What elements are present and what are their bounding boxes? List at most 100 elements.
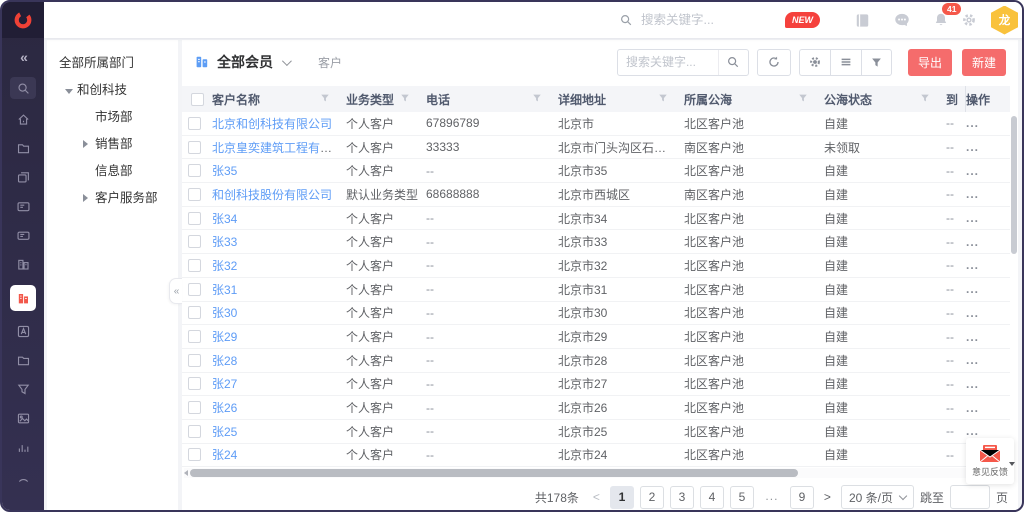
folder-2-icon[interactable]: [10, 352, 36, 369]
row-actions-button[interactable]: ...: [966, 235, 1010, 249]
customer-name-link[interactable]: 张30: [212, 306, 237, 320]
horizontal-scrollbar[interactable]: [184, 468, 1008, 478]
chevron-down-icon[interactable]: [282, 56, 292, 66]
feedback-widget[interactable]: 意见反馈: [966, 438, 1014, 484]
column-filter-icon[interactable]: [798, 92, 808, 106]
row-checkbox[interactable]: [188, 330, 201, 343]
page-button-1[interactable]: 1: [610, 486, 634, 509]
chart-icon[interactable]: [10, 439, 36, 456]
customer-name-link[interactable]: 张31: [212, 283, 237, 297]
row-actions-button[interactable]: ...: [966, 306, 1010, 320]
row-checkbox[interactable]: [188, 117, 201, 130]
avatar[interactable]: 龙: [991, 6, 1018, 35]
card-list-2-icon[interactable]: [10, 227, 36, 244]
row-actions-button[interactable]: ...: [966, 258, 1010, 272]
photo-icon[interactable]: [10, 410, 36, 427]
scroll-left-arrow-icon[interactable]: [184, 470, 188, 476]
select-all-checkbox[interactable]: [191, 93, 204, 106]
page-button-3[interactable]: 3: [670, 486, 694, 509]
row-checkbox[interactable]: [188, 188, 201, 201]
customer-name-link[interactable]: 张34: [212, 212, 237, 226]
customer-name-link[interactable]: 张26: [212, 401, 237, 415]
tab-customer[interactable]: 客户: [318, 54, 342, 71]
row-checkbox[interactable]: [188, 164, 201, 177]
view-title[interactable]: 全部会员: [217, 52, 273, 72]
column-filter-icon[interactable]: [920, 92, 930, 106]
row-checkbox[interactable]: [188, 354, 201, 367]
vertical-scroll-thumb[interactable]: [1011, 116, 1017, 254]
bank-icon[interactable]: [10, 256, 36, 273]
customer-name-link[interactable]: 北京皇奕建筑工程有限公司: [212, 141, 346, 155]
row-checkbox[interactable]: [188, 235, 201, 248]
row-actions-button[interactable]: ...: [966, 211, 1010, 225]
customer-name-link[interactable]: 张25: [212, 425, 237, 439]
tree-item-销售部[interactable]: 销售部: [59, 131, 178, 158]
search-icon[interactable]: [10, 77, 36, 99]
jump-page-input[interactable]: [950, 485, 990, 509]
row-checkbox[interactable]: [188, 425, 201, 438]
tree-root-all-departments[interactable]: 全部所属部门: [59, 50, 178, 77]
tree-item-客户服务部[interactable]: 客户服务部: [59, 185, 178, 212]
caret-right-icon[interactable]: [83, 131, 95, 158]
page-button-5[interactable]: 5: [730, 486, 754, 509]
app-logo[interactable]: [2, 2, 44, 38]
tree-item-和创科技[interactable]: 和创科技: [59, 77, 178, 104]
home-icon[interactable]: [10, 111, 36, 128]
customer-name-link[interactable]: 张28: [212, 354, 237, 368]
folder-icon[interactable]: [10, 140, 36, 157]
row-checkbox[interactable]: [188, 141, 201, 154]
book-icon[interactable]: [854, 12, 871, 29]
customer-name-link[interactable]: 张29: [212, 330, 237, 344]
customer-name-link[interactable]: 北京和创科技有限公司: [212, 117, 332, 131]
row-checkbox[interactable]: [188, 212, 201, 225]
panel-collapse-handle[interactable]: «: [169, 278, 182, 304]
column-filter-icon[interactable]: [320, 92, 330, 106]
refresh-button[interactable]: [757, 49, 791, 76]
row-actions-button[interactable]: ...: [966, 401, 1010, 415]
row-checkbox[interactable]: [188, 377, 201, 390]
page-button-2[interactable]: 2: [640, 486, 664, 509]
funnel-icon[interactable]: [10, 381, 36, 398]
caret-right-icon[interactable]: [83, 185, 95, 212]
table-search-input[interactable]: [618, 55, 710, 69]
prev-page-button[interactable]: <: [589, 490, 604, 504]
arc-icon[interactable]: [10, 468, 36, 485]
card-list-icon[interactable]: [10, 198, 36, 215]
row-actions-button[interactable]: ...: [966, 164, 1010, 178]
tree-item-市场部[interactable]: 市场部: [59, 104, 178, 131]
page-button-9[interactable]: 9: [790, 486, 814, 509]
row-actions-button[interactable]: ...: [966, 187, 1010, 201]
customer-name-link[interactable]: 张27: [212, 377, 237, 391]
settings-button[interactable]: [799, 49, 830, 76]
customer-name-link[interactable]: 张35: [212, 164, 237, 178]
next-page-button[interactable]: >: [820, 490, 835, 504]
row-actions-button[interactable]: ...: [966, 424, 1010, 438]
column-filter-icon[interactable]: [658, 92, 668, 106]
horizontal-scroll-thumb[interactable]: [190, 469, 798, 477]
row-actions-button[interactable]: ...: [966, 330, 1010, 344]
customer-name-link[interactable]: 和创科技股份有限公司: [212, 188, 332, 202]
row-checkbox[interactable]: [188, 448, 201, 461]
collapse-icon[interactable]: «: [10, 48, 36, 65]
row-actions-button[interactable]: ...: [966, 353, 1010, 367]
create-button[interactable]: 新建: [962, 49, 1006, 76]
scroll-down-icon[interactable]: [1009, 462, 1015, 466]
list-view-button[interactable]: [830, 49, 861, 76]
new-badge[interactable]: NEW: [785, 12, 820, 28]
row-checkbox[interactable]: [188, 283, 201, 296]
building-icon-active[interactable]: [10, 285, 36, 311]
customer-name-link[interactable]: 张24: [212, 448, 237, 462]
gear-icon[interactable]: [961, 12, 977, 28]
bell-icon[interactable]: 41: [933, 12, 949, 28]
row-actions-button[interactable]: ...: [966, 282, 1010, 296]
row-checkbox[interactable]: [188, 259, 201, 272]
row-checkbox[interactable]: [188, 401, 201, 414]
search-button[interactable]: [718, 50, 748, 75]
column-filter-icon[interactable]: [400, 92, 410, 106]
row-actions-button[interactable]: ...: [966, 116, 1010, 130]
row-actions-button[interactable]: ...: [966, 140, 1010, 154]
caret-down-icon[interactable]: [65, 77, 77, 104]
page-size-select[interactable]: 20 条/页: [841, 485, 914, 509]
export-button[interactable]: 导出: [908, 49, 952, 76]
contact-card-icon[interactable]: [10, 323, 36, 340]
